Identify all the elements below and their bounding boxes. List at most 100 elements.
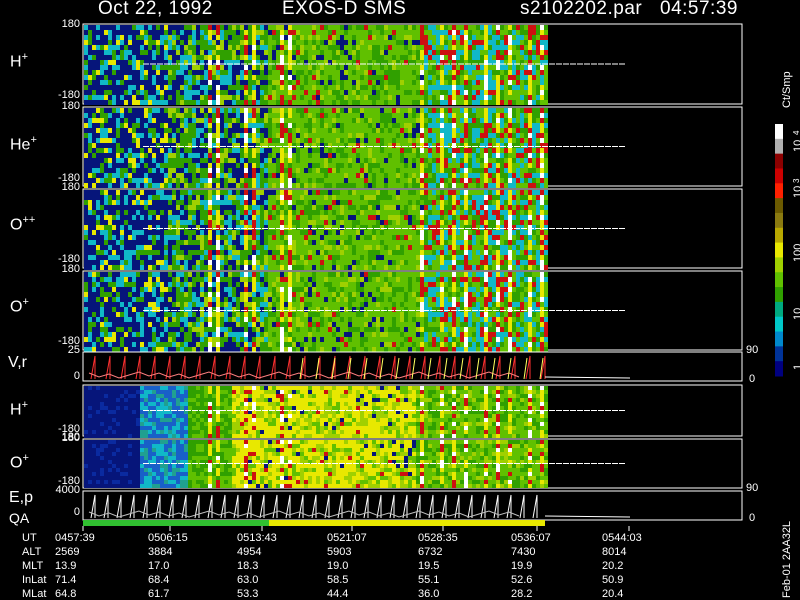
spectrogram-cell xyxy=(228,50,232,55)
spectrogram-cell xyxy=(308,183,312,188)
spectrogram-cell xyxy=(292,80,296,85)
spectrogram-cell xyxy=(428,108,432,113)
spectrogram-cell xyxy=(248,183,252,188)
spectrogram-cell xyxy=(308,118,312,123)
spectrogram-cell xyxy=(220,163,224,168)
spectrogram-cell xyxy=(352,163,356,168)
spectrogram-cell xyxy=(388,123,392,128)
spectrogram-cell xyxy=(360,108,364,113)
spectrogram-cell xyxy=(468,123,472,128)
spectrogram-cell xyxy=(428,148,432,153)
spectrogram-cell xyxy=(528,100,532,105)
spectrogram-cell xyxy=(88,178,92,183)
spectrogram-cell xyxy=(188,65,192,70)
spectrogram-cell xyxy=(252,245,256,250)
spectrogram-cell xyxy=(336,240,340,245)
spectrogram-cell xyxy=(504,153,508,158)
spectrogram-cell xyxy=(140,220,144,225)
spectrogram-cell xyxy=(364,220,368,225)
spectrogram-cell xyxy=(344,235,348,240)
spectrogram-cell xyxy=(100,195,104,200)
spectrogram-cell xyxy=(296,108,300,113)
spectrogram-cell xyxy=(272,210,276,215)
spectrogram-cell xyxy=(364,245,368,250)
spectrogram-cell xyxy=(460,40,464,45)
spectrogram-cell xyxy=(380,230,384,235)
spectrogram-cell xyxy=(356,255,360,260)
spectrogram-cell xyxy=(144,245,148,250)
spectrogram-cell xyxy=(304,55,308,60)
spectrogram-cell xyxy=(260,100,264,105)
spectrogram-cell xyxy=(396,235,400,240)
spectrogram-cell xyxy=(272,75,276,80)
spectrogram-cell xyxy=(460,35,464,40)
spectrogram-cell xyxy=(344,230,348,235)
spectrogram-cell xyxy=(124,45,128,50)
spectrogram-cell xyxy=(212,123,216,128)
spectrogram-cell xyxy=(532,128,536,133)
spectrogram-cell xyxy=(360,205,364,210)
spectrogram-cell xyxy=(368,205,372,210)
spectrogram-cell xyxy=(132,50,136,55)
spectrogram-cell xyxy=(312,195,316,200)
spectrogram-cell xyxy=(260,143,264,148)
spectrogram-cell xyxy=(292,25,296,30)
spectrogram-cell xyxy=(488,158,492,163)
spectrogram-cell xyxy=(264,95,268,100)
spectrogram-cell xyxy=(92,215,96,220)
spectrogram-cell xyxy=(496,55,500,60)
spectrogram-cell xyxy=(128,230,132,235)
spectrogram-cell xyxy=(236,90,240,95)
spectrogram-cell xyxy=(340,265,344,270)
spectrogram-cell xyxy=(472,70,476,75)
spectrogram-cell xyxy=(216,235,220,240)
spectrogram-cell xyxy=(252,230,256,235)
spectrogram-cell xyxy=(508,75,512,80)
spectrogram-cell xyxy=(244,80,248,85)
spectrogram-cell xyxy=(220,183,224,188)
spectrogram-cell xyxy=(176,230,180,235)
spectrogram-cell xyxy=(304,255,308,260)
spectrogram-cell xyxy=(256,40,260,45)
spectrogram-cell xyxy=(468,30,472,35)
spectrogram-cell xyxy=(308,220,312,225)
spectrogram-cell xyxy=(384,90,388,95)
spectrogram-cell xyxy=(440,95,444,100)
spectrogram-cell xyxy=(188,240,192,245)
spectrogram-cell xyxy=(312,138,316,143)
spectrogram-cell xyxy=(380,133,384,138)
spectrogram-cell xyxy=(508,70,512,75)
spectrogram-cell xyxy=(452,183,456,188)
spectrogram-cell xyxy=(408,158,412,163)
spectrogram-cell xyxy=(432,118,436,123)
spectrogram-cell xyxy=(224,100,228,105)
spectrogram-cell xyxy=(172,30,176,35)
spectrogram-cell xyxy=(160,190,164,195)
spectrogram-cell xyxy=(88,158,92,163)
spectrogram-cell xyxy=(492,133,496,138)
spectrogram-cell xyxy=(100,235,104,240)
spectrogram-cell xyxy=(88,190,92,195)
spectrogram-cell xyxy=(308,133,312,138)
spectrogram-cell xyxy=(148,128,152,133)
spectrogram-cell xyxy=(208,123,212,128)
spectrogram-cell xyxy=(528,163,532,168)
spectrogram-cell xyxy=(336,265,340,270)
spectrogram-cell xyxy=(340,168,344,173)
spectrogram-cell xyxy=(224,55,228,60)
spectrogram-cell xyxy=(512,25,516,30)
spectrogram-cell xyxy=(132,200,136,205)
spectrogram-cell xyxy=(328,123,332,128)
spectrogram-cell xyxy=(112,220,116,225)
spectrogram-cell xyxy=(340,230,344,235)
spectrogram-cell xyxy=(476,55,480,60)
spectrogram-cell xyxy=(156,230,160,235)
spectrogram-cell xyxy=(224,148,228,153)
spectrogram-cell xyxy=(240,178,244,183)
spectrogram-cell xyxy=(304,133,308,138)
spectrogram-cell xyxy=(504,25,508,30)
spectrogram-cell xyxy=(124,148,128,153)
spectrogram-cell xyxy=(144,123,148,128)
spectrogram-cell xyxy=(532,85,536,90)
spectrogram-cell xyxy=(224,123,228,128)
